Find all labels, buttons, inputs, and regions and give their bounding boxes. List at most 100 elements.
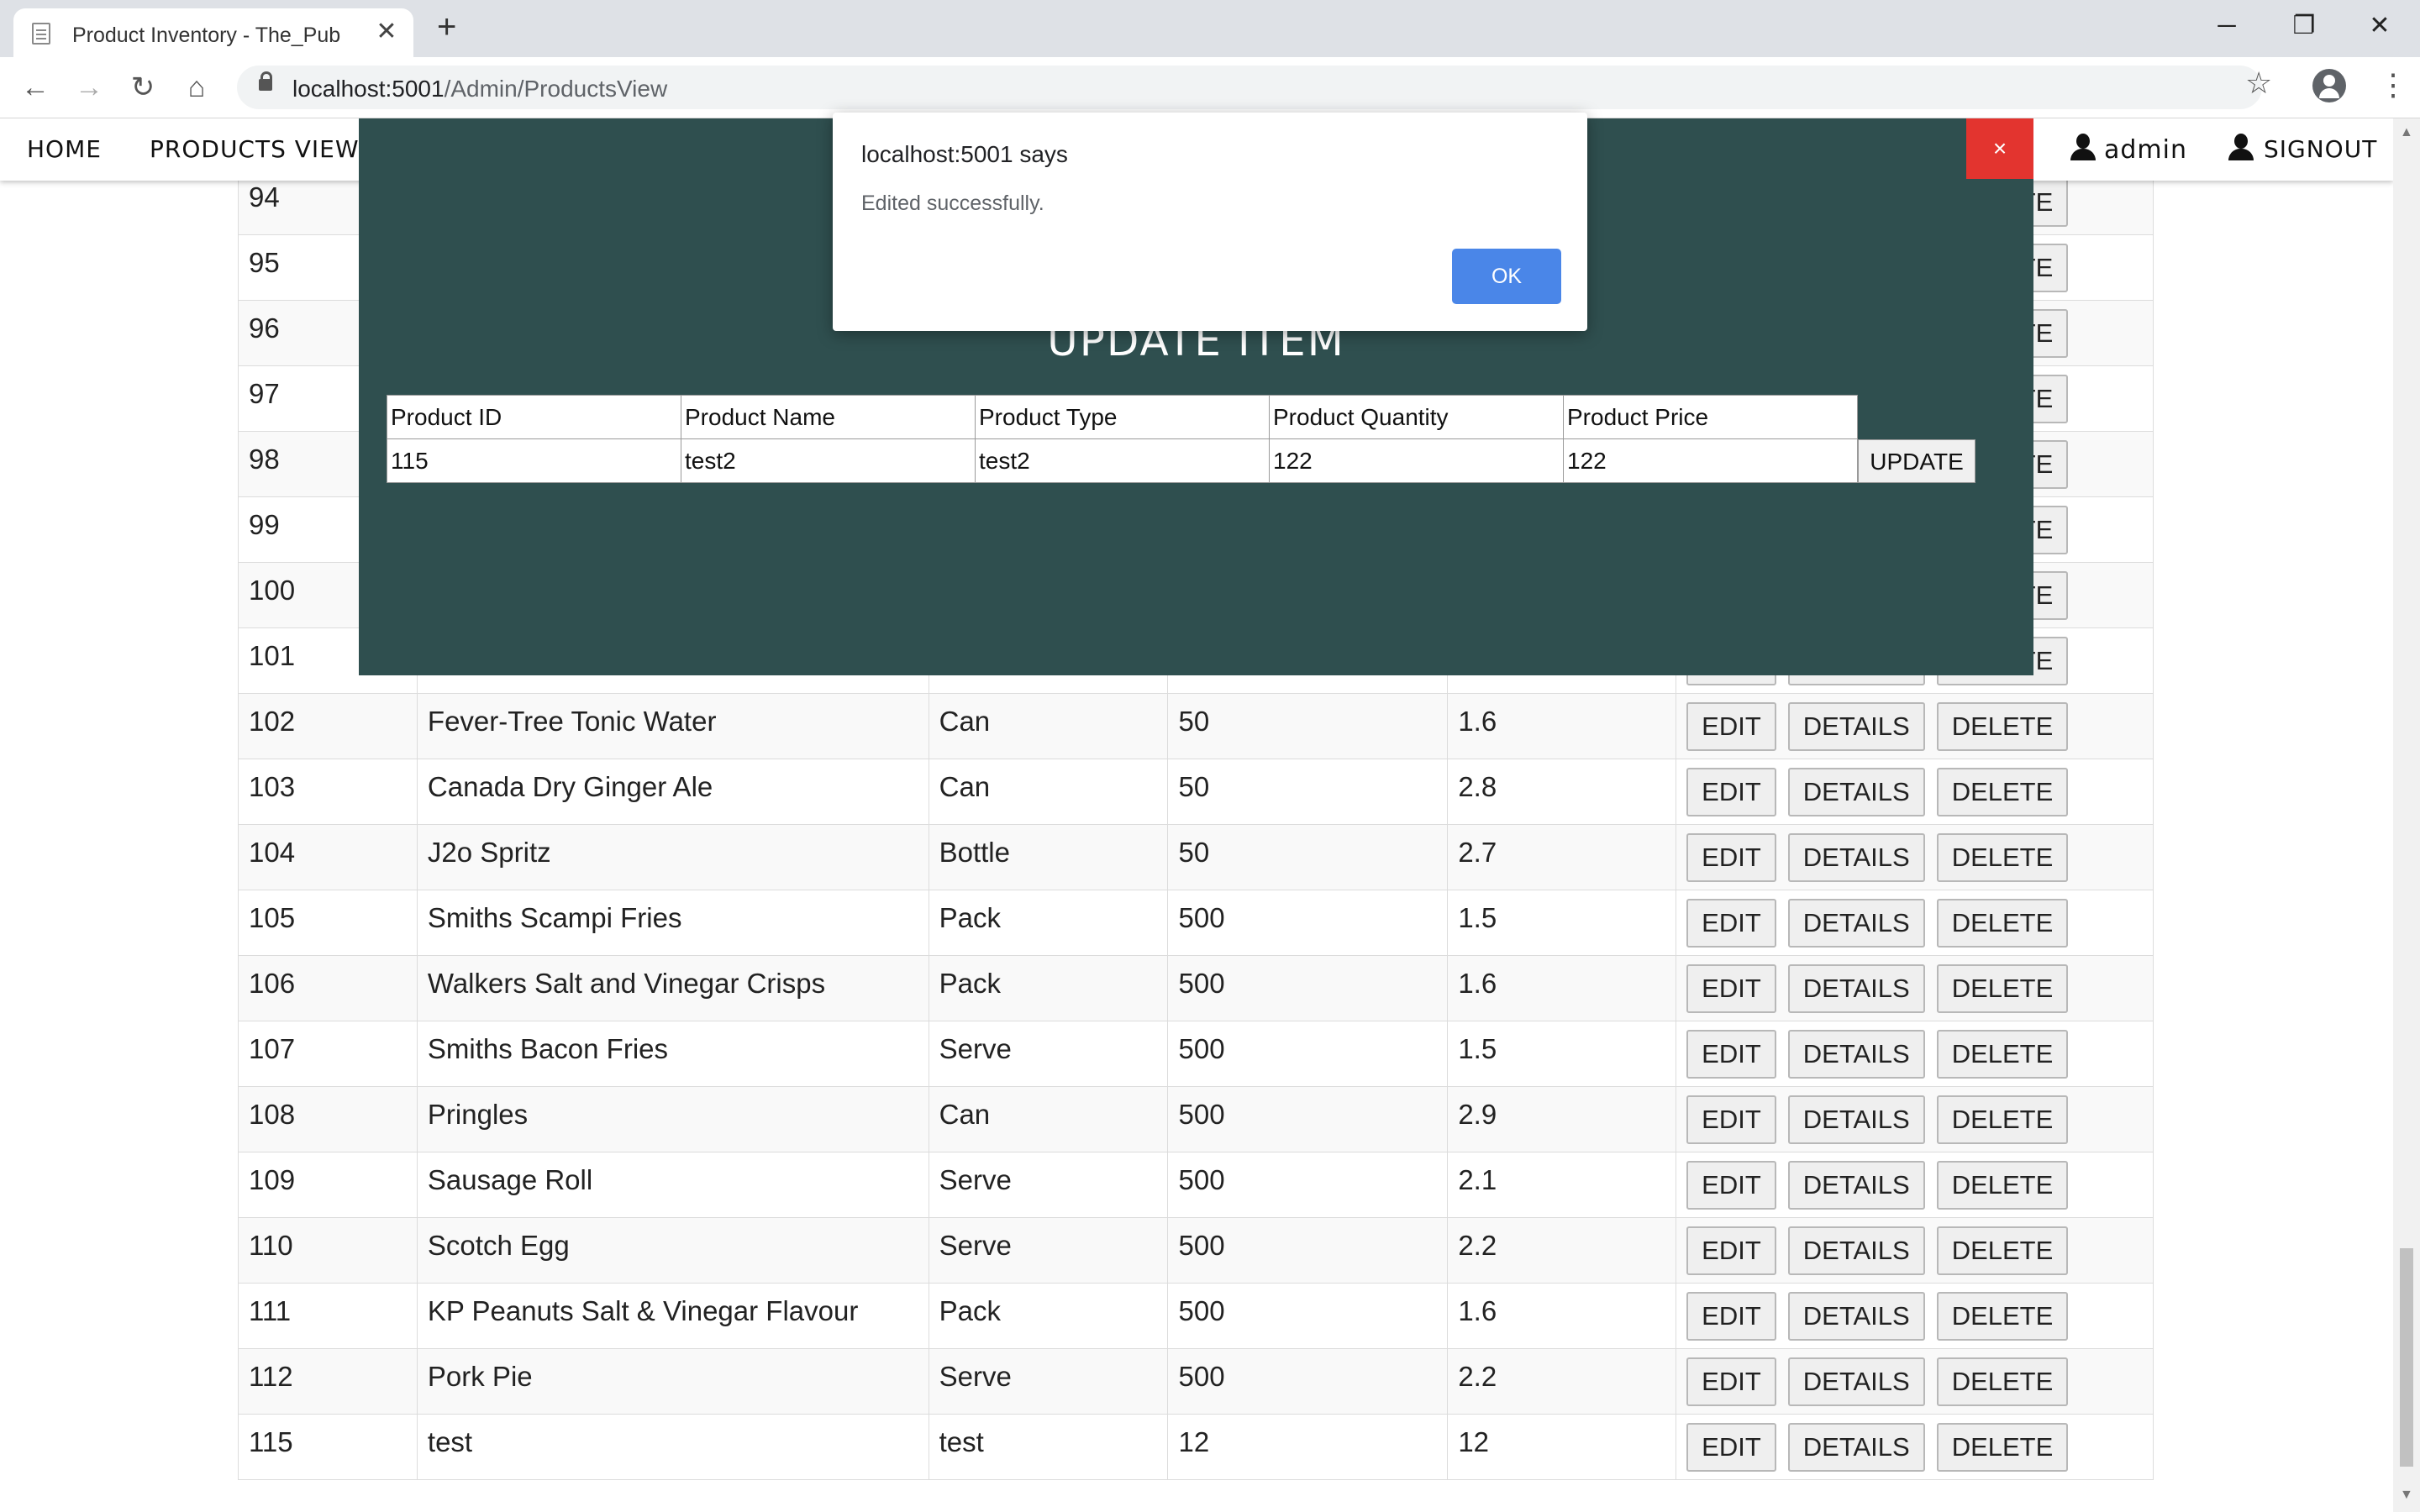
profile-icon[interactable] xyxy=(2312,69,2346,102)
delete-button[interactable]: DELETE xyxy=(1936,1357,2069,1406)
scroll-up-arrow-icon[interactable]: ▲ xyxy=(2400,125,2413,140)
delete-button[interactable]: DELETE xyxy=(1936,833,2069,882)
details-button[interactable]: DETAILS xyxy=(1787,1030,1925,1079)
details-button[interactable]: DETAILS xyxy=(1787,1226,1925,1275)
edit-button[interactable]: EDIT xyxy=(1686,899,1776,948)
nav-products-view-link[interactable]: PRODUCTS VIEW xyxy=(150,135,360,163)
details-button[interactable]: DETAILS xyxy=(1787,1095,1925,1144)
alert-ok-button[interactable]: OK xyxy=(1452,249,1561,304)
edit-button[interactable]: EDIT xyxy=(1686,1161,1776,1210)
back-icon[interactable]: ← xyxy=(17,69,54,106)
cell-product-quantity: 12 xyxy=(1167,1414,1449,1480)
home-icon[interactable]: ⌂ xyxy=(178,69,215,106)
lock-icon[interactable] xyxy=(259,71,272,91)
page-scrollbar[interactable]: ▲ ▼ xyxy=(2393,118,2420,1512)
table-row: 115 test test 12 12 EDIT DETAILS DELETE xyxy=(238,1414,2154,1480)
edit-button[interactable]: EDIT xyxy=(1686,833,1776,882)
delete-button[interactable]: DELETE xyxy=(1936,1226,2069,1275)
product-quantity-field[interactable]: 122 xyxy=(1269,438,1564,483)
cell-product-quantity: 50 xyxy=(1167,693,1449,759)
cell-product-type: Can xyxy=(928,693,1169,759)
nav-signout-link[interactable]: SIGNOUT xyxy=(2264,135,2377,163)
cell-product-quantity: 500 xyxy=(1167,890,1449,956)
cell-product-quantity: 500 xyxy=(1167,1021,1449,1087)
cell-product-price: 2.9 xyxy=(1447,1086,1677,1152)
table-row: 109 Sausage Roll Serve 500 2.1 EDIT DETAILS DEL… xyxy=(238,1152,2154,1218)
cell-product-type: Pack xyxy=(928,955,1169,1021)
product-id-field[interactable]: 115 xyxy=(387,438,681,483)
product-price-field[interactable]: 122 xyxy=(1563,438,1858,483)
delete-button[interactable]: DELETE xyxy=(1936,899,2069,948)
edit-button[interactable]: EDIT xyxy=(1686,1292,1776,1341)
cell-product-id: 111 xyxy=(238,1283,418,1349)
edit-button[interactable]: EDIT xyxy=(1686,1226,1776,1275)
row-actions: EDITDETAILSDELETE xyxy=(1676,890,2154,956)
cell-product-name: Scotch Egg xyxy=(416,1217,929,1284)
cell-product-price: 2.2 xyxy=(1447,1217,1677,1284)
reload-icon[interactable]: ↻ xyxy=(124,69,161,106)
browser-tab[interactable]: Product Inventory - The_Pub ✕ xyxy=(13,8,413,57)
signout-user-icon xyxy=(2227,134,2255,162)
edit-button[interactable]: EDIT xyxy=(1686,1357,1776,1406)
cell-product-type: Pack xyxy=(928,890,1169,956)
row-actions: EDITDETAILSDELETE xyxy=(1676,759,2154,825)
menu-kebab-icon[interactable]: ⋮ xyxy=(2378,67,2408,102)
delete-button[interactable]: DELETE xyxy=(1936,1161,2069,1210)
edit-button[interactable]: EDIT xyxy=(1686,1423,1776,1472)
update-button[interactable]: UPDATE xyxy=(1858,438,1975,483)
edit-button[interactable]: EDIT xyxy=(1686,702,1776,751)
user-icon xyxy=(2069,134,2097,162)
header-product-id: Product ID xyxy=(387,395,681,439)
scrollbar-thumb[interactable] xyxy=(2400,1248,2413,1467)
details-button[interactable]: DETAILS xyxy=(1787,702,1925,751)
edit-button[interactable]: EDIT xyxy=(1686,1095,1776,1144)
update-button-cell: UPDATE xyxy=(1858,438,1975,483)
edit-button[interactable]: EDIT xyxy=(1686,964,1776,1013)
cell-product-id: 105 xyxy=(238,890,418,956)
tab-close-icon[interactable]: ✕ xyxy=(373,18,400,45)
details-button[interactable]: DETAILS xyxy=(1787,1292,1925,1341)
cell-product-name: KP Peanuts Salt & Vinegar Flavour xyxy=(416,1283,929,1349)
details-button[interactable]: DETAILS xyxy=(1787,964,1925,1013)
delete-button[interactable]: DELETE xyxy=(1936,768,2069,816)
new-tab-icon[interactable]: + xyxy=(437,10,456,44)
restore-icon[interactable]: ❐ xyxy=(2279,5,2329,47)
delete-button[interactable]: DELETE xyxy=(1936,1292,2069,1341)
url-text[interactable]: localhost:5001/Admin/ProductsView xyxy=(292,76,667,102)
edit-button[interactable]: EDIT xyxy=(1686,1030,1776,1079)
details-button[interactable]: DETAILS xyxy=(1787,1357,1925,1406)
window-close-icon[interactable]: ✕ xyxy=(2354,5,2405,47)
row-actions: EDITDETAILSDELETE xyxy=(1676,1414,2154,1480)
details-button[interactable]: DETAILS xyxy=(1787,899,1925,948)
cell-product-name: Canada Dry Ginger Ale xyxy=(416,759,929,825)
nav-home-link[interactable]: HOME xyxy=(27,135,102,163)
product-name-field[interactable]: test2 xyxy=(681,438,976,483)
edit-button[interactable]: EDIT xyxy=(1686,768,1776,816)
modal-close-button[interactable]: × xyxy=(1966,118,2033,179)
delete-button[interactable]: DELETE xyxy=(1936,1030,2069,1079)
cell-product-name: Fever-Tree Tonic Water xyxy=(416,693,929,759)
delete-button[interactable]: DELETE xyxy=(1936,702,2069,751)
alert-message: Edited successfully. xyxy=(861,192,1044,215)
row-actions: EDITDETAILSDELETE xyxy=(1676,1217,2154,1284)
details-button[interactable]: DETAILS xyxy=(1787,1423,1925,1472)
cell-product-name: Pork Pie xyxy=(416,1348,929,1415)
nav-user-link[interactable]: admin xyxy=(2104,135,2187,165)
forward-icon[interactable]: → xyxy=(71,69,108,106)
cell-product-quantity: 50 xyxy=(1167,824,1449,890)
scroll-down-arrow-icon[interactable]: ▼ xyxy=(2400,1488,2413,1503)
bookmark-star-icon[interactable]: ☆ xyxy=(2245,66,2272,101)
delete-button[interactable]: DELETE xyxy=(1936,1423,2069,1472)
minimize-icon[interactable]: ─ xyxy=(2202,5,2252,47)
delete-button[interactable]: DELETE xyxy=(1936,964,2069,1013)
alert-dialog: localhost:5001 says Edited successfully.… xyxy=(833,113,1587,331)
browser-toolbar: ← → ↻ ⌂ localhost:5001/Admin/ProductsVie… xyxy=(0,57,2420,118)
details-button[interactable]: DETAILS xyxy=(1787,1161,1925,1210)
cell-product-id: 108 xyxy=(238,1086,418,1152)
details-button[interactable]: DETAILS xyxy=(1787,833,1925,882)
address-bar[interactable]: localhost:5001/Admin/ProductsView xyxy=(237,66,2262,109)
product-type-field[interactable]: test2 xyxy=(975,438,1270,483)
row-actions: EDITDETAILSDELETE xyxy=(1676,1021,2154,1087)
delete-button[interactable]: DELETE xyxy=(1936,1095,2069,1144)
details-button[interactable]: DETAILS xyxy=(1787,768,1925,816)
